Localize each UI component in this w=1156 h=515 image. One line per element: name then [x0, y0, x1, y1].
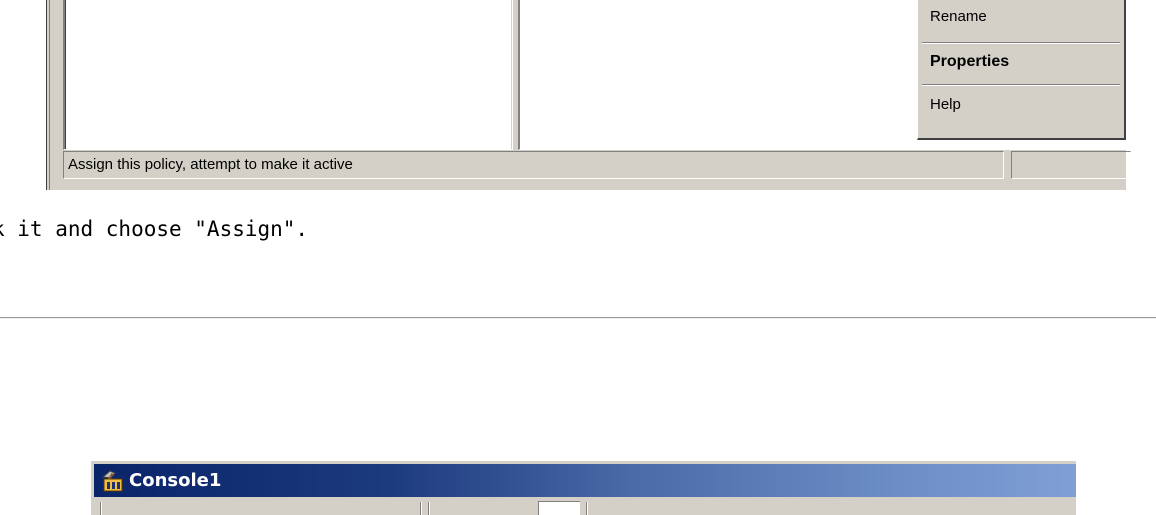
menu-separator — [922, 84, 1120, 86]
menu-item-properties[interactable]: Properties — [930, 48, 1009, 76]
menu-bar — [94, 499, 1076, 515]
status-bar-text: Assign this policy, attempt to make it a… — [63, 151, 1004, 179]
toolbar-divider — [428, 502, 430, 515]
mmc-window-fragment: Rename Properties Help Assign this polic… — [46, 0, 1131, 190]
horizontal-divider — [0, 317, 1156, 319]
window-titlebar[interactable]: Console1 — [94, 464, 1076, 497]
toolbar-divider — [420, 502, 422, 515]
window-frame-edge — [46, 0, 50, 190]
mmc-console-icon — [101, 469, 125, 493]
console-window: Console1 — [90, 460, 1076, 515]
menu-item-help[interactable]: Help — [930, 91, 961, 119]
instruction-text: k it and choose "Assign". — [0, 217, 309, 241]
toolbar-field[interactable] — [538, 501, 580, 515]
status-bar-panel — [1011, 151, 1131, 179]
context-menu: Rename Properties Help — [917, 0, 1126, 140]
window-title: Console1 — [129, 470, 222, 491]
menu-item-rename[interactable]: Rename — [930, 3, 987, 31]
console-tree-pane[interactable] — [63, 0, 513, 150]
menu-separator — [922, 42, 1120, 44]
status-bar: Assign this policy, attempt to make it a… — [63, 151, 1131, 189]
toolbar-divider — [100, 502, 102, 515]
toolbar-divider — [586, 502, 588, 515]
